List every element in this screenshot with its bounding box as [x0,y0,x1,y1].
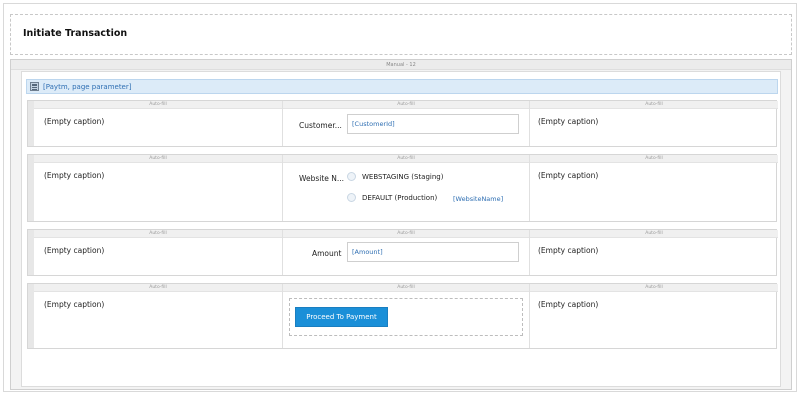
cell-header: Auto-fill [283,101,529,109]
empty-caption: (Empty caption) [538,171,599,180]
table-icon [30,82,39,91]
empty-caption: (Empty caption) [538,117,599,126]
form-row-amount: Auto-fill (Empty caption) Auto-fill Amou… [27,229,778,276]
form-row-customer: Auto-fill (Empty caption) Auto-fill Cust… [27,100,778,147]
cell-right: Auto-fill (Empty caption) [529,230,778,275]
cell-header: Auto-fill [34,101,282,109]
form-area: [Paytm, page parameter] Auto-fill (Empty… [21,71,781,387]
cell-left: Auto-fill (Empty caption) [34,155,282,221]
title-section: Initiate Transaction [10,14,792,55]
page-parameter-label: [Paytm, page parameter] [43,82,132,91]
page-frame: Initiate Transaction Manual - 12 [Paytm,… [3,3,797,392]
page-parameter-bar[interactable]: [Paytm, page parameter] [26,79,778,94]
cell-middle: Auto-fill Amount [Amount] [282,230,529,275]
radio-default[interactable]: DEFAULT (Production) [347,193,437,202]
form-row-website: Auto-fill (Empty caption) Auto-fill Webs… [27,154,778,222]
cell-header: Auto-fill [34,284,282,292]
empty-caption: (Empty caption) [44,117,105,126]
radio-button-icon [347,193,356,202]
form-row-action: Auto-fill (Empty caption) Auto-fill Proc… [27,283,778,349]
cell-header: Auto-fill [283,284,529,292]
cell-left: Auto-fill (Empty caption) [34,230,282,275]
empty-caption: (Empty caption) [44,171,105,180]
cell-right: Auto-fill (Empty caption) [529,155,778,221]
radio-label: WEBSTAGING (Staging) [362,172,444,181]
cell-header: Auto-fill [34,230,282,238]
empty-caption: (Empty caption) [44,300,105,309]
radio-button-icon [347,172,356,181]
cell-left: Auto-fill (Empty caption) [34,101,282,146]
amount-input[interactable]: [Amount] [347,242,519,262]
cell-right: Auto-fill (Empty caption) [529,101,778,146]
empty-caption: (Empty caption) [538,246,599,255]
cell-right: Auto-fill (Empty caption) [529,284,778,348]
cell-middle: Auto-fill Proceed To Payment [282,284,529,348]
container-label: Manual - 12 [11,60,791,70]
cell-header: Auto-fill [530,284,778,292]
radio-webstaging[interactable]: WEBSTAGING (Staging) [347,172,443,181]
cell-header: Auto-fill [530,230,778,238]
page-title: Initiate Transaction [23,28,128,39]
customer-id-label: Customer... [299,121,342,130]
cell-left: Auto-fill (Empty caption) [34,284,282,348]
cell-middle: Auto-fill Customer... [CustomerId] [282,101,529,146]
radio-label: DEFAULT (Production) [362,193,438,202]
empty-caption: (Empty caption) [538,300,599,309]
cell-header: Auto-fill [34,155,282,163]
website-name-binding: [WebsiteName] [453,195,504,203]
cell-header: Auto-fill [283,230,529,238]
button-container: Proceed To Payment [289,298,523,336]
empty-caption: (Empty caption) [44,246,105,255]
amount-label: Amount [312,249,342,258]
customer-id-input[interactable]: [CustomerId] [347,114,519,134]
cell-header: Auto-fill [530,155,778,163]
website-name-label: Website N... [299,174,345,183]
manual-container: Manual - 12 [Paytm, page parameter] Auto… [10,59,792,390]
cell-header: Auto-fill [283,155,529,163]
proceed-to-payment-button[interactable]: Proceed To Payment [295,307,388,327]
cell-header: Auto-fill [530,101,778,109]
cell-middle: Auto-fill Website N... WEBSTAGING (Stagi… [282,155,529,221]
